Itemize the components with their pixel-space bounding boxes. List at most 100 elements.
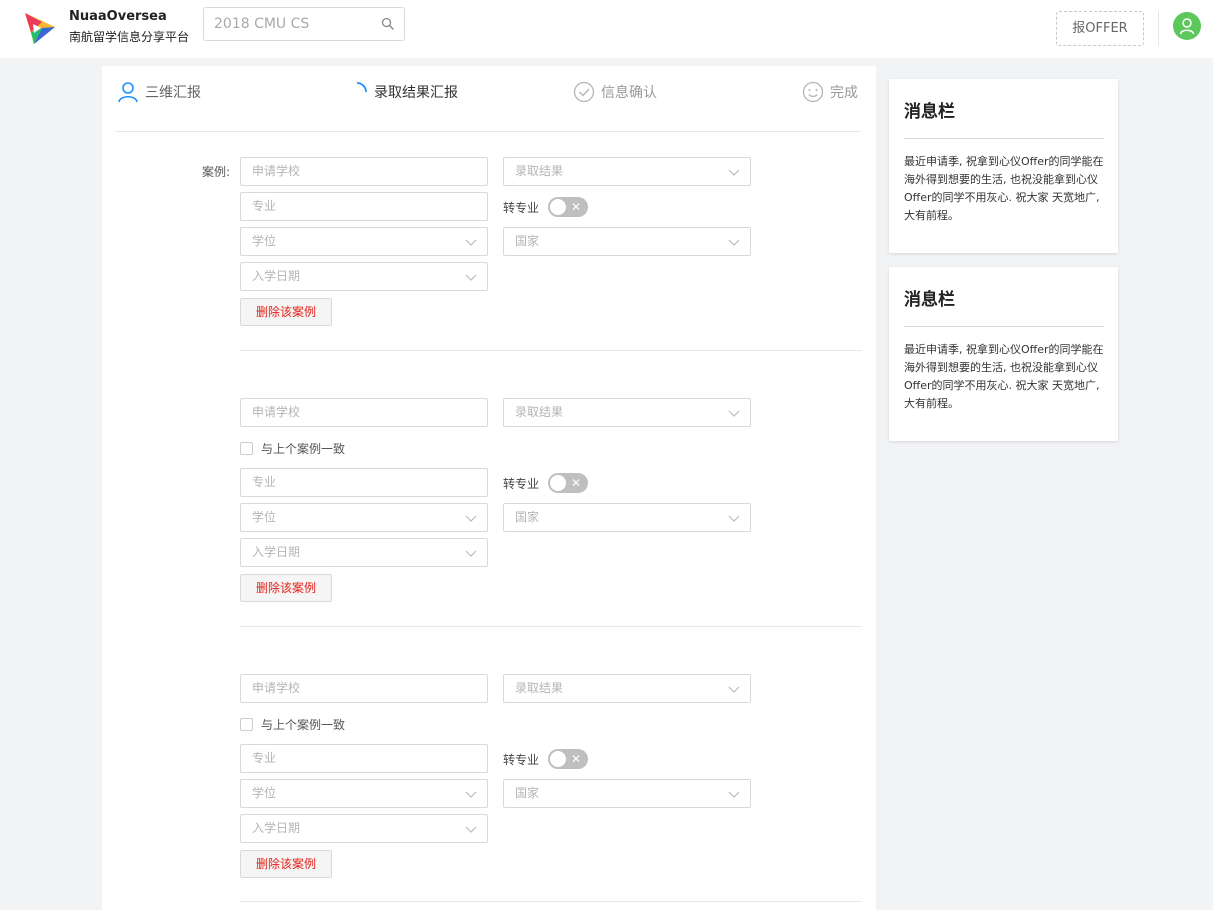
- enroll-date-select[interactable]: 入学日期: [240, 262, 488, 291]
- toggle-knob: [550, 751, 566, 767]
- chevron-down-icon: [465, 274, 477, 281]
- country-select-placeholder: 国家: [515, 234, 540, 248]
- switch-major-label: 转专业: [503, 477, 540, 491]
- same-as-previous-checkbox[interactable]: [240, 442, 253, 455]
- panel-divider: [904, 138, 1104, 139]
- step-complete: 完成: [802, 80, 858, 104]
- panel-body: 最近申请季, 祝拿到心仪Offer的同学能在海外得到想要的生活, 也祝没能拿到心…: [904, 343, 1104, 410]
- avatar[interactable]: [1173, 12, 1201, 40]
- major-input[interactable]: 专业: [240, 192, 488, 221]
- brand-title: NuaaOversea: [69, 9, 167, 24]
- country-select[interactable]: 国家: [503, 779, 751, 808]
- steps-bar: 三维汇报 录取结果汇报 信息确认 完成: [102, 66, 876, 132]
- chevron-down-icon: [465, 550, 477, 557]
- major-input[interactable]: 专业: [240, 468, 488, 497]
- chevron-down-icon: [728, 515, 740, 522]
- same-as-previous-checkbox[interactable]: [240, 718, 253, 731]
- search-icon[interactable]: [381, 17, 395, 31]
- chevron-down-icon: [728, 686, 740, 693]
- result-select[interactable]: 录取结果: [503, 674, 751, 703]
- user-avatar-icon: [1179, 18, 1195, 35]
- nuaaoversea-logo[interactable]: [22, 10, 58, 46]
- school-input[interactable]: 申请学校: [240, 674, 488, 703]
- step-label: 三维汇报: [145, 85, 201, 101]
- result-select[interactable]: 录取结果: [503, 157, 751, 186]
- close-icon: ✕: [571, 476, 582, 490]
- enroll-date-placeholder: 入学日期: [252, 269, 301, 283]
- chevron-down-icon: [728, 169, 740, 176]
- close-icon: ✕: [571, 752, 582, 766]
- chevron-down-icon: [465, 239, 477, 246]
- switch-major-toggle[interactable]: ✕: [548, 473, 588, 493]
- country-select[interactable]: 国家: [503, 227, 751, 256]
- message-panel: 消息栏 最近申请季, 祝拿到心仪Offer的同学能在海外得到想要的生活, 也祝没…: [889, 79, 1118, 253]
- loading-icon: [356, 82, 367, 93]
- user-icon: [118, 82, 138, 103]
- result-select-placeholder: 录取结果: [515, 681, 564, 695]
- step-label: 信息确认: [601, 85, 657, 101]
- close-icon: ✕: [571, 200, 582, 214]
- toggle-knob: [550, 199, 566, 215]
- major-input[interactable]: 专业: [240, 744, 488, 773]
- degree-select-placeholder: 学位: [252, 234, 277, 248]
- case-divider: [240, 901, 862, 902]
- delete-case-button[interactable]: 删除该案例: [240, 850, 332, 878]
- step-info-confirm: 信息确认: [573, 80, 657, 104]
- enroll-date-select[interactable]: 入学日期: [240, 814, 488, 843]
- switch-major-label: 转专业: [503, 201, 540, 215]
- same-as-previous-row[interactable]: 与上个案例一致: [240, 440, 345, 457]
- switch-major-label: 转专业: [503, 753, 540, 767]
- result-select-placeholder: 录取结果: [515, 405, 564, 419]
- degree-select[interactable]: 学位: [240, 227, 488, 256]
- step-admission-report: 录取结果汇报: [346, 80, 458, 104]
- chevron-down-icon: [728, 791, 740, 798]
- main-form-card: 三维汇报 录取结果汇报 信息确认 完成 案例: 申请学校 录取结果 专业 转专业…: [102, 66, 876, 910]
- same-as-previous-row[interactable]: 与上个案例一致: [240, 716, 345, 733]
- chevron-down-icon: [728, 239, 740, 246]
- degree-select-placeholder: 学位: [252, 510, 277, 524]
- result-select[interactable]: 录取结果: [503, 398, 751, 427]
- same-as-previous-label: 与上个案例一致: [261, 718, 346, 732]
- enroll-date-placeholder: 入学日期: [252, 545, 301, 559]
- case-divider: [240, 350, 862, 351]
- same-as-previous-label: 与上个案例一致: [261, 442, 346, 456]
- result-select-placeholder: 录取结果: [515, 164, 564, 178]
- case-label: 案例:: [202, 165, 231, 179]
- degree-select-placeholder: 学位: [252, 786, 277, 800]
- chevron-down-icon: [465, 515, 477, 522]
- panel-body: 最近申请季, 祝拿到心仪Offer的同学能在海外得到想要的生活, 也祝没能拿到心…: [904, 155, 1104, 222]
- toggle-knob: [550, 475, 566, 491]
- enroll-date-placeholder: 入学日期: [252, 821, 301, 835]
- search-input[interactable]: [204, 8, 394, 40]
- switch-major-toggle[interactable]: ✕: [548, 197, 588, 217]
- smile-icon: [802, 81, 824, 103]
- chevron-down-icon: [465, 826, 477, 833]
- check-circle-icon: [573, 81, 595, 103]
- chevron-down-icon: [465, 791, 477, 798]
- step-label: 完成: [830, 85, 858, 101]
- brand-subtitle: 南航留学信息分享平台: [69, 30, 190, 44]
- delete-case-button[interactable]: 删除该案例: [240, 298, 332, 326]
- step-label: 录取结果汇报: [374, 85, 458, 101]
- switch-major-toggle[interactable]: ✕: [548, 749, 588, 769]
- degree-select[interactable]: 学位: [240, 503, 488, 532]
- top-header: NuaaOversea 南航留学信息分享平台 报OFFER: [0, 0, 1213, 58]
- chevron-down-icon: [728, 410, 740, 417]
- country-select-placeholder: 国家: [515, 510, 540, 524]
- country-select[interactable]: 国家: [503, 503, 751, 532]
- panel-title: 消息栏: [904, 290, 955, 310]
- school-input[interactable]: 申请学校: [240, 398, 488, 427]
- report-offer-button[interactable]: 报OFFER: [1056, 11, 1144, 46]
- header-divider: [1158, 11, 1159, 46]
- panel-divider: [904, 326, 1104, 327]
- degree-select[interactable]: 学位: [240, 779, 488, 808]
- school-input[interactable]: 申请学校: [240, 157, 488, 186]
- message-panel: 消息栏 最近申请季, 祝拿到心仪Offer的同学能在海外得到想要的生活, 也祝没…: [889, 267, 1118, 441]
- search-box[interactable]: [203, 7, 405, 41]
- enroll-date-select[interactable]: 入学日期: [240, 538, 488, 567]
- panel-title: 消息栏: [904, 102, 955, 122]
- case-divider: [240, 626, 862, 627]
- step-sanwei-report: 三维汇报: [117, 80, 201, 104]
- steps-divider: [115, 131, 861, 132]
- delete-case-button[interactable]: 删除该案例: [240, 574, 332, 602]
